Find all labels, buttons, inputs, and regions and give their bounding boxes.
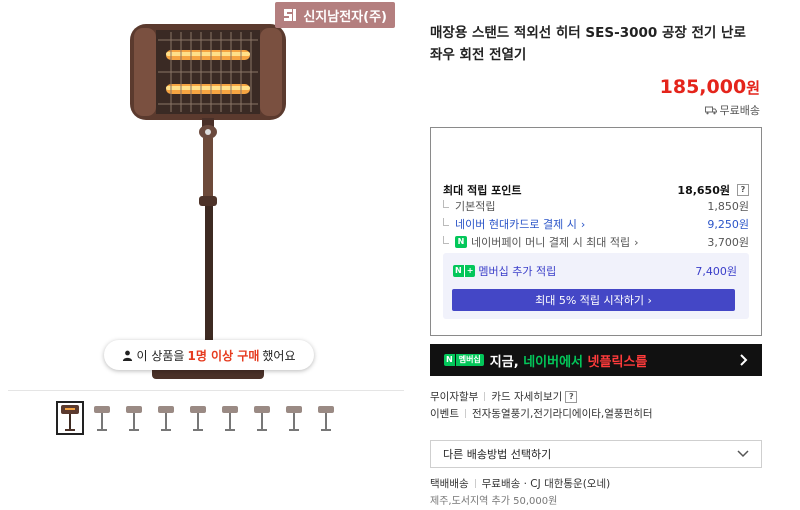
buyer-count-notice: 이 상품을 1명 이상 구매 했어요 bbox=[104, 340, 314, 370]
product-title: 매장용 스탠드 적외선 히터 SES-3000 공장 전기 난로 좌우 회전 전… bbox=[430, 25, 746, 63]
thumbnail-strip bbox=[56, 401, 338, 435]
shipping-info: 무료배송 bbox=[704, 102, 760, 118]
event-row: 이벤트 전자동열풍기,전기라디에이타,열풍펀히터 bbox=[430, 406, 653, 421]
membership-label: 멤버십 추가 적립 bbox=[478, 265, 557, 278]
heater-thumbnail-icon bbox=[126, 406, 142, 431]
membership-button-label: 최대 5% 적립 시작하기 bbox=[535, 294, 644, 307]
chevron-right-icon: › bbox=[644, 293, 652, 307]
heater-thumbnail-icon bbox=[318, 406, 334, 431]
truck-icon bbox=[704, 106, 717, 114]
basic-point-row: 기본적립 1,850원 bbox=[443, 198, 749, 214]
max-point-label: 최대 적립 포인트 bbox=[443, 184, 522, 197]
chevron-right-icon: › bbox=[634, 235, 639, 249]
card-point-label[interactable]: 네이버 현대카드로 결제 시 bbox=[455, 216, 577, 232]
max-point-value: 18,650원 bbox=[677, 184, 730, 197]
price-value: 185,000 bbox=[659, 76, 747, 98]
main-product-image[interactable]: 신지남전자(주) 이 상품을 1명 이상 구매 했어요 bbox=[6, 0, 403, 388]
chevron-right-icon bbox=[740, 354, 748, 366]
card-point-value: 9,250원 bbox=[707, 218, 749, 231]
delivery-select-label: 다른 배송방법 선택하기 bbox=[443, 448, 552, 461]
delivery-fee: 무료배송 bbox=[481, 478, 521, 490]
heater-thumbnail-icon bbox=[94, 406, 110, 431]
thumbnail-7[interactable] bbox=[250, 403, 274, 433]
membership-area: N + 멤버십 추가 적립 7,400원 최대 5% 적립 시작하기 › bbox=[443, 253, 749, 319]
price-unit: 원 bbox=[746, 79, 760, 97]
help-icon[interactable]: ? bbox=[565, 390, 578, 403]
basic-point-label: 기본적립 bbox=[455, 200, 496, 213]
divider bbox=[464, 409, 466, 418]
heater-thumbnail-icon bbox=[222, 406, 238, 431]
heater-thumbnail-icon bbox=[286, 406, 302, 431]
thumbnail-6[interactable] bbox=[218, 403, 242, 433]
banner-text-white: 지금, bbox=[489, 354, 519, 370]
delivery-company: CJ 대한통운(오네) bbox=[530, 478, 611, 490]
divider bbox=[484, 392, 486, 401]
installment-row: 무이자할부 카드 자세히보기 ? bbox=[430, 389, 578, 404]
product-info-panel: 매장용 스탠드 적외선 히터 SES-3000 공장 전기 난로 좌우 회전 전… bbox=[430, 0, 762, 510]
banner-text-red: 넷플릭스를 bbox=[587, 354, 648, 370]
product-gallery: 신지남전자(주) 이 상품을 1명 이상 구매 했어요 bbox=[0, 0, 410, 510]
thumbnail-2[interactable] bbox=[90, 403, 114, 433]
netflix-promo-banner[interactable]: N 멤버십 지금, 네이버에서 넷플릭스를 bbox=[430, 344, 762, 376]
delivery-method-select[interactable]: 다른 배송방법 선택하기 bbox=[430, 440, 762, 468]
membership-value: 7,400원 bbox=[695, 265, 737, 278]
brand-badge: 신지남전자(주) bbox=[275, 2, 395, 28]
thumbnail-4[interactable] bbox=[154, 403, 178, 433]
delivery-info-row: 택배배송 무료배송 · CJ 대한통운(오네) bbox=[430, 477, 611, 491]
jeju-surcharge-note: 제주,도서지역 추가 50,000원 bbox=[430, 496, 558, 507]
heater-illustration bbox=[130, 24, 286, 379]
npay-point-row[interactable]: N 네이버페이 머니 결제 시 최대 적립 › 3,700원 bbox=[443, 234, 749, 250]
divider bbox=[474, 479, 476, 488]
heater-thumbnail-icon bbox=[190, 406, 206, 431]
installment-label: 무이자할부 bbox=[430, 391, 479, 403]
event-label: 이벤트 bbox=[430, 408, 459, 420]
membership-row: N + 멤버십 추가 적립 7,400원 bbox=[453, 263, 737, 279]
buyer-notice-suffix: 했어요 bbox=[262, 348, 296, 363]
thumbnail-9[interactable] bbox=[314, 403, 338, 433]
buyer-notice-count: 1명 이상 구매 bbox=[187, 348, 260, 363]
point-benefit-box: 최대 적립 포인트 18,650원 ? 기본적립 1,850원 네이버 현대카드… bbox=[430, 127, 762, 336]
tree-branch-icon bbox=[443, 235, 449, 244]
naver-plus-icon: N + bbox=[453, 265, 476, 277]
naver-plus-membership-badge: N 멤버십 bbox=[444, 354, 484, 366]
npay-point-value: 3,700원 bbox=[707, 236, 749, 249]
person-icon bbox=[123, 350, 133, 361]
banner-text-green: 네이버에서 bbox=[523, 354, 583, 370]
brand-name: 신지남전자(주) bbox=[303, 9, 387, 25]
thumbnail-1[interactable] bbox=[56, 401, 84, 435]
chevron-right-icon: › bbox=[580, 217, 586, 231]
tree-branch-icon bbox=[443, 217, 449, 226]
event-value[interactable]: 전자동열풍기,전기라디에이타,열풍펀히터 bbox=[472, 406, 653, 421]
thumbnail-8[interactable] bbox=[282, 403, 306, 433]
buyer-notice-prefix: 이 상품을 bbox=[136, 348, 185, 363]
card-benefit-link[interactable]: 카드 자세히보기 bbox=[491, 389, 562, 404]
delivery-type: 택배배송 bbox=[430, 478, 469, 490]
card-point-row[interactable]: 네이버 현대카드로 결제 시 › 9,250원 bbox=[443, 216, 749, 232]
npay-point-label[interactable]: 네이버페이 머니 결제 시 최대 적립 bbox=[471, 234, 630, 250]
heater-thumbnail-icon bbox=[158, 406, 174, 431]
heater-thumbnail-icon bbox=[254, 406, 270, 431]
thumbnail-5[interactable] bbox=[186, 403, 210, 433]
shipping-label: 무료배송 bbox=[719, 104, 760, 117]
membership-start-button[interactable]: 최대 5% 적립 시작하기 › bbox=[452, 289, 735, 311]
chevron-down-icon bbox=[737, 450, 749, 458]
max-point-row: 최대 적립 포인트 18,650원 ? bbox=[443, 182, 749, 198]
product-price: 185,000원 bbox=[660, 76, 760, 98]
help-icon[interactable]: ? bbox=[737, 184, 749, 196]
gallery-divider bbox=[8, 390, 404, 391]
thumbnail-3[interactable] bbox=[122, 403, 146, 433]
heater-thumbnail-icon bbox=[61, 405, 79, 431]
basic-point-value: 1,850원 bbox=[707, 200, 749, 213]
brand-logo-icon bbox=[284, 9, 297, 21]
tree-branch-icon bbox=[443, 199, 449, 208]
npay-icon: N bbox=[455, 236, 467, 248]
